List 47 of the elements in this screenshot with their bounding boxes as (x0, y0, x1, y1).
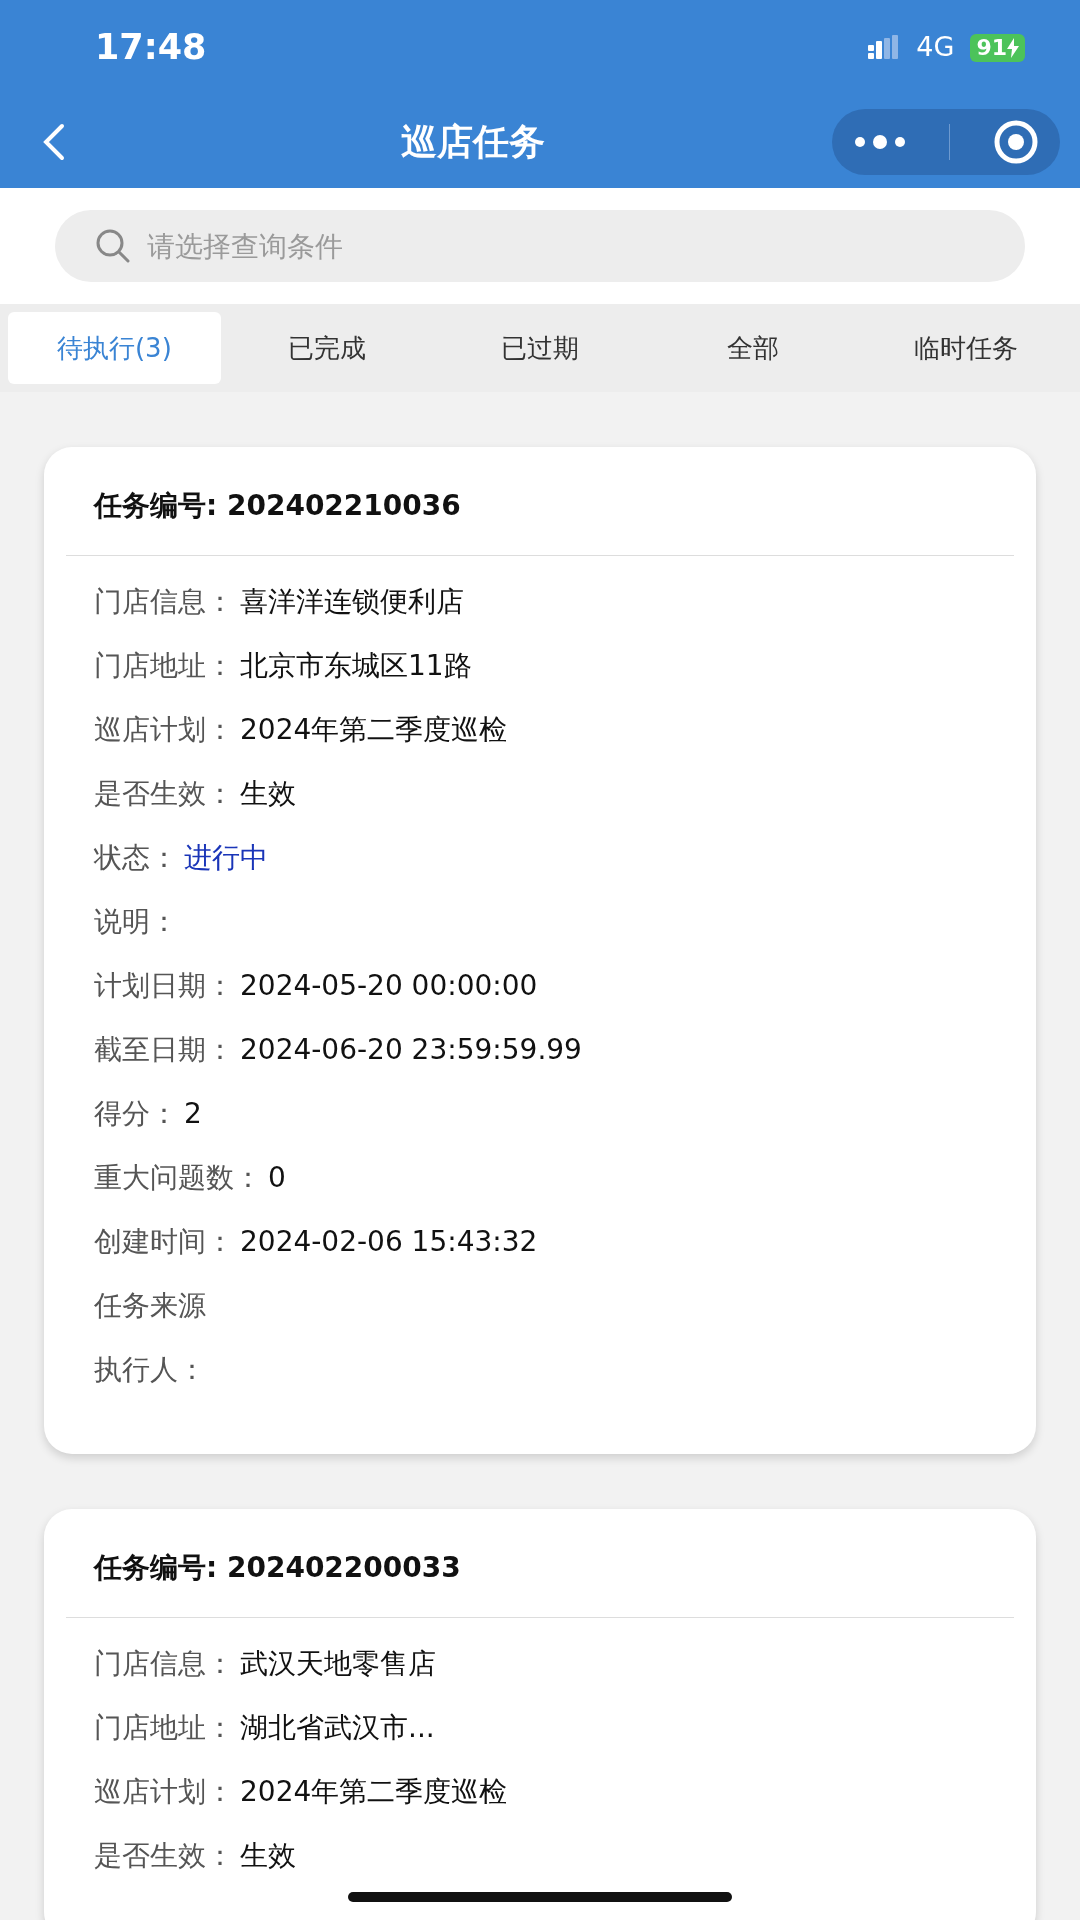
task-number: 任务编号: 202402200033 (66, 1509, 1014, 1618)
task-number: 任务编号: 202402210036 (66, 447, 1014, 556)
field-label: 门店信息： (94, 1646, 234, 1682)
field-label: 截至日期： (94, 1032, 234, 1068)
status-time: 17:48 (95, 26, 207, 70)
field-value: 2024-06-20 23:59:59.99 (240, 1032, 582, 1068)
field-value: 武汉天地零售店 (240, 1646, 436, 1682)
signal-icon (868, 34, 901, 61)
field-label: 任务来源 (94, 1288, 206, 1324)
field-label: 门店地址： (94, 1710, 234, 1746)
tab[interactable]: 全部 (646, 312, 860, 384)
field-value: 喜洋洋连锁便利店 (240, 584, 464, 620)
search-icon (95, 228, 131, 264)
status-value: 进行中 (184, 840, 268, 876)
more-icon[interactable] (853, 134, 906, 149)
field-value: 2024年第二季度巡检 (240, 1774, 508, 1810)
field-value: 2024-02-06 15:43:32 (240, 1224, 538, 1260)
tab[interactable]: 待执行(3) (8, 312, 221, 384)
field-label: 是否生效： (94, 1838, 234, 1874)
page-title: 巡店任务 (401, 119, 545, 164)
field-value: 2024年第二季度巡检 (240, 712, 508, 748)
field-label: 执行人： (94, 1352, 206, 1388)
field-value: 湖北省武汉市... (240, 1710, 435, 1746)
field-value: 0 (268, 1160, 286, 1196)
network-label: 4G (916, 30, 955, 65)
field-label: 重大问题数： (94, 1160, 262, 1196)
field-label: 说明： (94, 904, 178, 940)
battery-level: 91 (976, 33, 1007, 62)
field-label: 是否生效： (94, 776, 234, 812)
tab[interactable]: 已完成 (220, 312, 434, 384)
tab[interactable]: 已过期 (433, 312, 647, 384)
charging-icon (1007, 37, 1019, 58)
field-label: 门店地址： (94, 648, 234, 684)
field-value: 2024-05-20 00:00:00 (240, 968, 538, 1004)
field-value: 2 (184, 1096, 202, 1132)
field-value: 生效 (240, 776, 296, 812)
field-value: 生效 (240, 1838, 296, 1874)
field-value: 北京市东城区11路 (240, 648, 472, 684)
field-label: 巡店计划： (94, 712, 234, 748)
field-label: 创建时间： (94, 1224, 234, 1260)
field-label: 得分： (94, 1096, 178, 1132)
close-target-icon[interactable] (992, 118, 1039, 165)
field-label: 门店信息： (94, 584, 234, 620)
field-label: 计划日期： (94, 968, 234, 1004)
tab[interactable]: 临时任务 (859, 312, 1072, 384)
field-label: 巡店计划： (94, 1774, 234, 1810)
field-label: 状态： (94, 840, 178, 876)
